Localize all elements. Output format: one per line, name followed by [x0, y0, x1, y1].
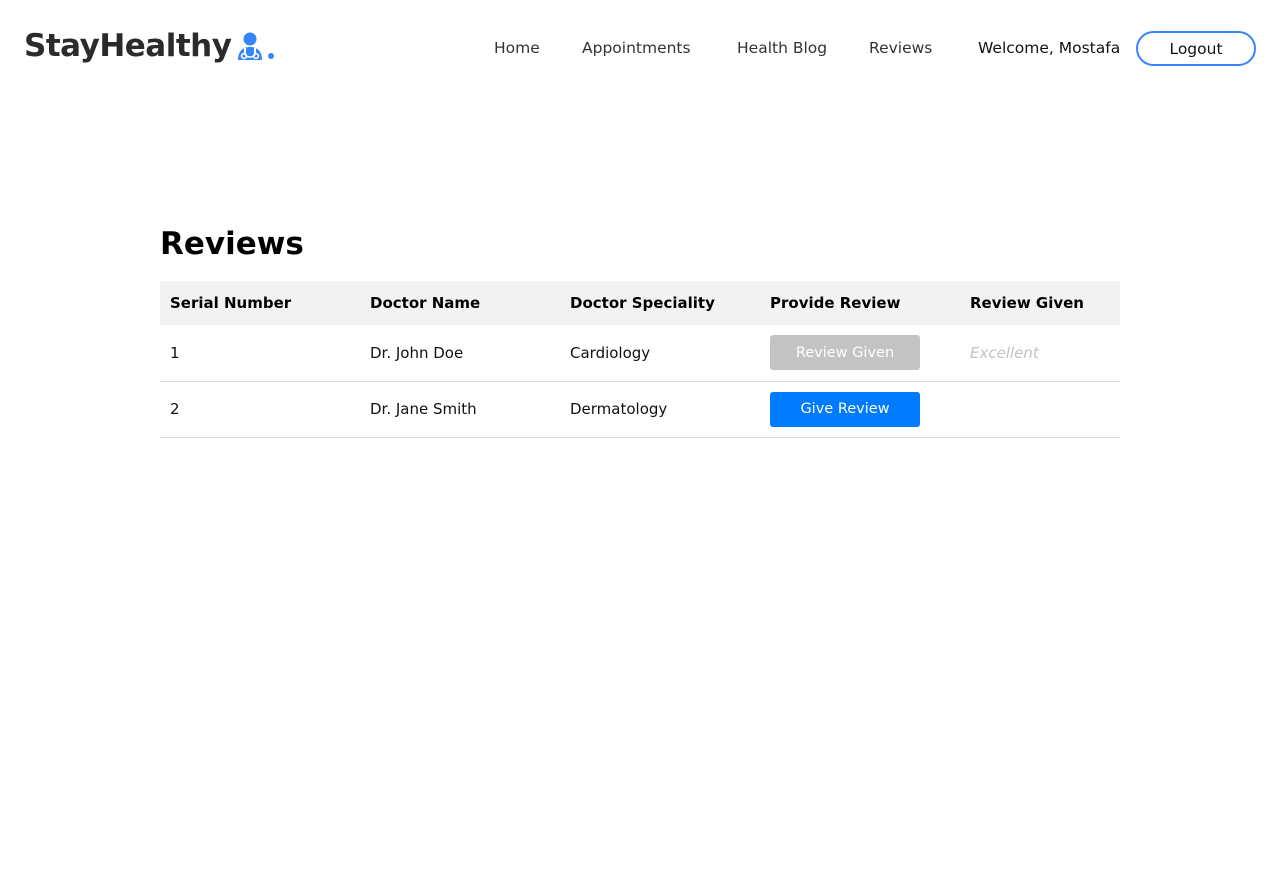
doctor-name-cell: Dr. Jane Smith	[370, 400, 477, 418]
table-header: Serial Number Doctor Name Doctor Special…	[160, 281, 1120, 325]
table-row: 1 Dr. John Doe Cardiology Review Given E…	[160, 325, 1120, 381]
page-title: Reviews	[160, 226, 304, 262]
brand-name: StayHealthy	[24, 28, 232, 64]
nav-home[interactable]: Home	[494, 38, 540, 58]
reviews-section: Reviews Serial Number Doctor Name Doctor…	[160, 224, 1120, 438]
column-header-doctor-name: Doctor Name	[370, 294, 481, 312]
column-header-speciality: Doctor Speciality	[570, 294, 715, 312]
speciality-cell: Dermatology	[570, 400, 668, 418]
table-row: 2 Dr. Jane Smith Dermatology Give Review	[160, 381, 1120, 437]
provide-review-cell: Review Given	[760, 325, 960, 381]
column-header-provide-review: Provide Review	[770, 294, 901, 312]
welcome-message: Welcome, Mostafa	[978, 39, 1121, 57]
doctor-icon	[238, 32, 263, 60]
review-given-cell: Excellent	[970, 343, 1039, 362]
review-given-button: Review Given	[770, 335, 920, 371]
give-review-button[interactable]: Give Review	[770, 391, 920, 427]
provide-review-cell: Give Review	[760, 381, 960, 437]
serial-cell: 1	[170, 343, 180, 362]
column-header-review-given: Review Given	[970, 294, 1084, 312]
column-header-serial: Serial Number	[170, 294, 292, 312]
nav-appointments[interactable]: Appointments	[582, 38, 691, 58]
review-given-cell	[960, 381, 1120, 437]
brand-dot	[268, 53, 275, 59]
serial-cell: 2	[170, 400, 180, 418]
navbar: StayHealthy Home Appointments Health Blo…	[0, 0, 1280, 96]
nav-health-blog[interactable]: Health Blog	[737, 38, 827, 58]
nav-reviews[interactable]: Reviews	[869, 38, 932, 58]
reviews-table: Serial Number Doctor Name Doctor Special…	[160, 281, 1120, 438]
doctor-name-cell: Dr. John Doe	[370, 343, 464, 362]
logout-button[interactable]: Logout	[1136, 31, 1256, 66]
speciality-cell: Cardiology	[570, 343, 651, 362]
brand-logo-link[interactable]: StayHealthy	[24, 28, 275, 64]
